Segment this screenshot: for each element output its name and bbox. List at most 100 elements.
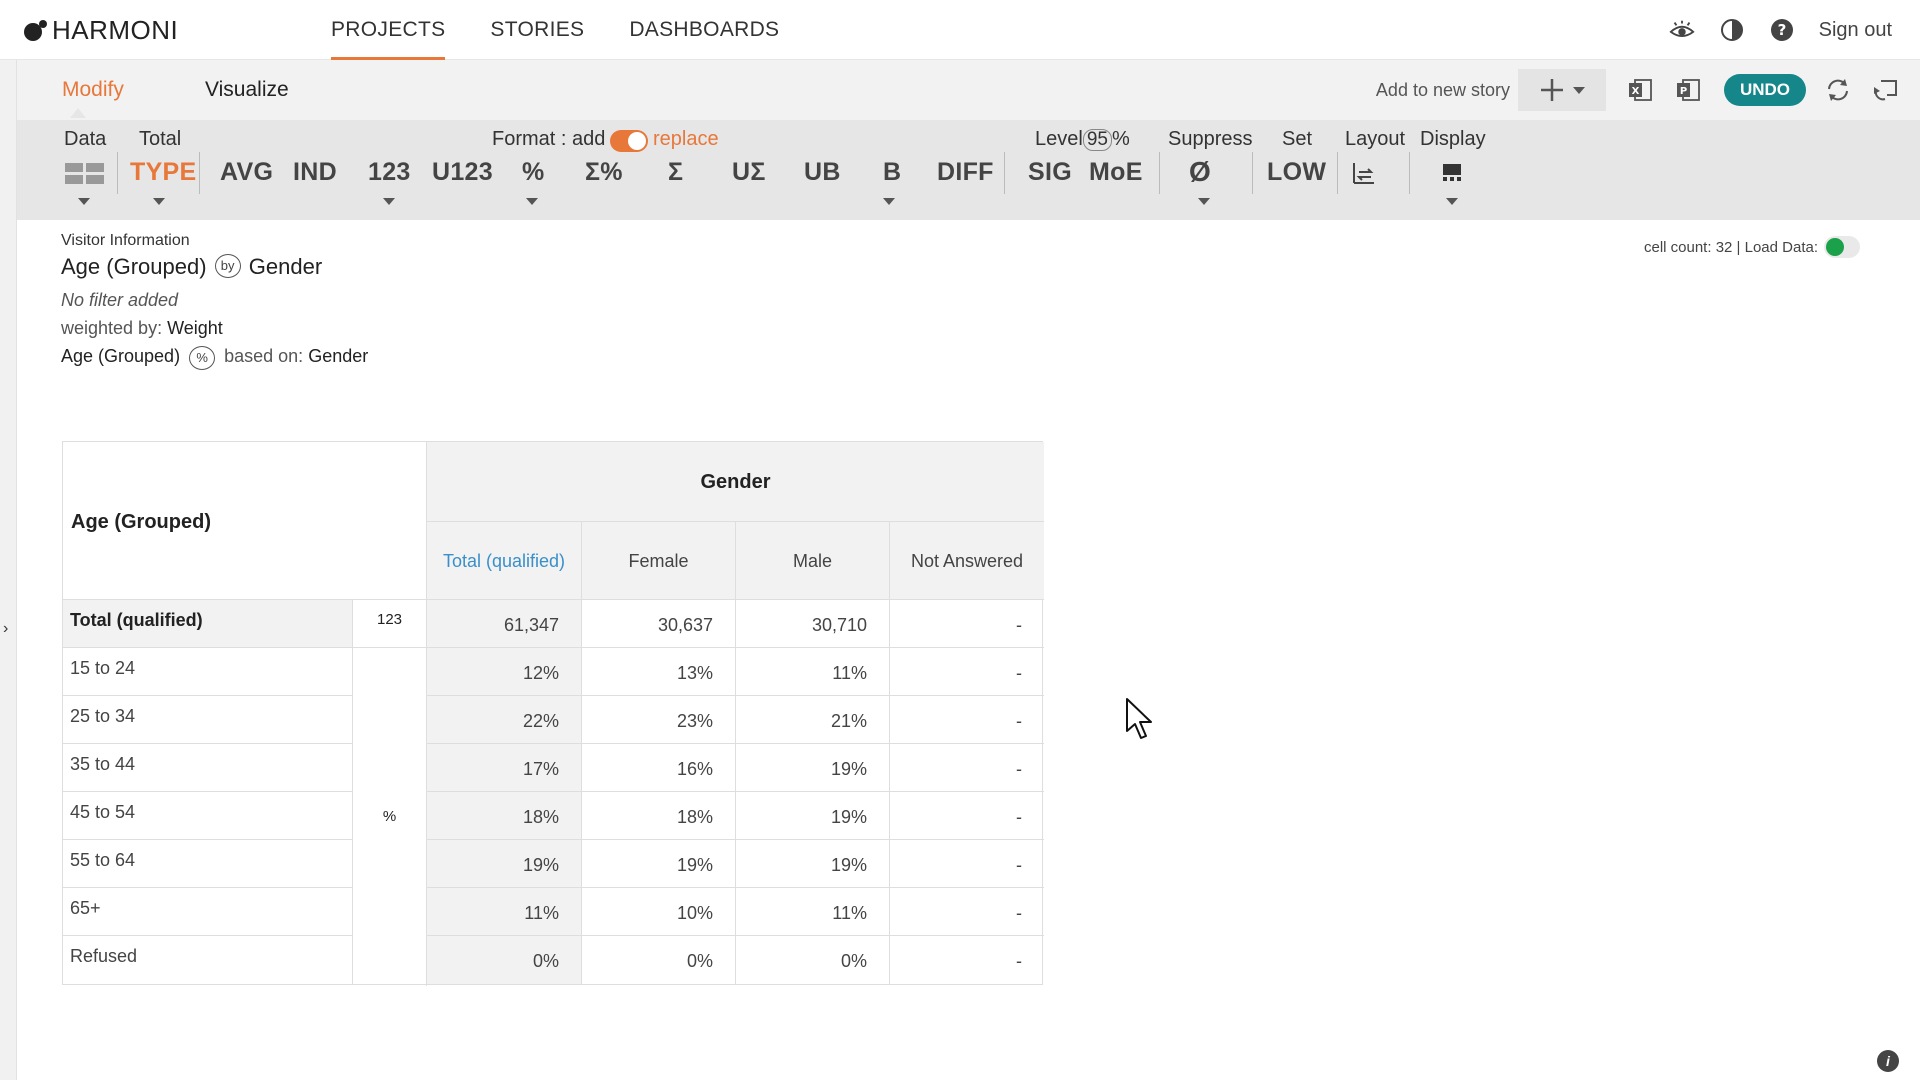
table-cell[interactable]: - [890,600,1044,648]
column-variable[interactable]: Gender [249,254,322,279]
ind-button[interactable]: IND [293,155,337,189]
table-cell[interactable]: - [890,840,1044,888]
left-collapsed-panel[interactable]: › [0,60,17,1080]
table-cell[interactable]: 0% [582,936,736,984]
table-cell[interactable]: 17% [427,744,582,792]
refresh-icon[interactable] [1820,72,1856,108]
diff-button[interactable]: DIFF [937,155,994,189]
tab-visualize[interactable]: Visualize [205,78,289,102]
data-grid-icon[interactable] [65,163,105,190]
unweighted-base-button[interactable]: UB [804,155,841,189]
suppress-dropdown-caret[interactable] [1198,198,1210,205]
based-on-variable[interactable]: Gender [308,346,368,366]
data-dropdown-caret[interactable] [78,198,90,205]
moe-button[interactable]: MoE [1089,155,1143,189]
info-icon[interactable]: i [1877,1050,1899,1072]
percent-variable[interactable]: Age (Grouped) [61,346,180,366]
row-label[interactable]: 45 to 54 [63,792,353,840]
table-cell[interactable]: 11% [736,888,890,936]
table-cell[interactable]: 30,637 [582,600,736,648]
contrast-icon[interactable] [1719,17,1745,43]
table-cell[interactable]: 61,347 [427,600,582,648]
display-options-icon[interactable] [1441,162,1463,189]
type-dropdown-caret[interactable] [153,198,165,205]
table-cell[interactable]: 23% [582,696,736,744]
format-mode-toggle[interactable] [610,130,648,152]
sign-out-link[interactable]: Sign out [1819,19,1892,42]
row-header-label[interactable]: Age (Grouped) [71,511,211,534]
chevron-right-icon[interactable]: › [3,620,8,638]
eye-icon[interactable] [1669,17,1695,43]
column-group-header[interactable]: Gender [427,442,1044,522]
table-cell[interactable]: 19% [736,792,890,840]
table-cell[interactable]: 12% [427,648,582,696]
count-123-button[interactable]: 123 [368,155,411,189]
table-cell[interactable]: 0% [736,936,890,984]
sum-button[interactable]: Σ [668,155,683,189]
add-to-story-button[interactable] [1518,69,1606,111]
row-label[interactable]: 55 to 64 [63,840,353,888]
row-label[interactable]: 35 to 44 [63,744,353,792]
table-cell[interactable]: - [890,888,1044,936]
table-cell[interactable]: 19% [736,744,890,792]
table-cell[interactable]: 0% [427,936,582,984]
percent-dropdown-caret[interactable] [526,198,538,205]
table-cell[interactable]: 30,710 [736,600,890,648]
suppress-button[interactable]: Ø [1189,155,1211,189]
row-variable[interactable]: Age (Grouped) [61,254,207,279]
filter-status[interactable]: No filter added [61,290,178,311]
weight-variable[interactable]: Weight [167,318,223,338]
nav-tab-projects[interactable]: PROJECTS [331,0,446,60]
excel-export-icon[interactable]: X [1622,72,1658,108]
col-header-male[interactable]: Male [736,522,890,600]
nav-tab-stories[interactable]: STORIES [490,0,584,60]
sig-button[interactable]: SIG [1028,155,1072,189]
table-cell[interactable]: 18% [582,792,736,840]
help-icon[interactable]: ? [1769,17,1795,43]
unweighted-sum-button[interactable]: UΣ [732,155,766,189]
table-cell[interactable]: 11% [427,888,582,936]
undo-button[interactable]: UNDO [1724,74,1806,106]
col-header-female[interactable]: Female [582,522,736,600]
table-cell[interactable]: - [890,696,1044,744]
u123-button[interactable]: U123 [432,155,493,189]
table-cell[interactable]: 19% [736,840,890,888]
table-cell[interactable]: 10% [582,888,736,936]
table-cell[interactable]: 11% [736,648,890,696]
display-dropdown-caret[interactable] [1446,198,1458,205]
row-label[interactable]: 15 to 24 [63,648,353,696]
table-cell[interactable]: 19% [427,840,582,888]
by-swap-icon[interactable]: by [214,254,241,278]
count-dropdown-caret[interactable] [383,198,395,205]
harmoni-logo[interactable]: HARMONI [22,15,178,45]
row-label[interactable]: Refused [63,936,353,984]
nav-tab-dashboards[interactable]: DASHBOARDS [629,0,779,60]
col-header-total[interactable]: Total (qualified) [427,522,582,600]
table-cell[interactable]: - [890,792,1044,840]
col-header-not-answered[interactable]: Not Answered [890,522,1044,600]
percent-swap-icon[interactable]: % [189,346,216,370]
set-low-button[interactable]: LOW [1267,155,1326,189]
percent-button[interactable]: % [522,155,545,189]
table-cell[interactable]: - [890,648,1044,696]
table-cell[interactable]: - [890,936,1044,984]
type-button[interactable]: TYPE [130,155,197,189]
avg-button[interactable]: AVG [220,155,273,189]
row-label[interactable]: 25 to 34 [63,696,353,744]
table-cell[interactable]: - [890,744,1044,792]
table-cell[interactable]: 22% [427,696,582,744]
load-data-toggle[interactable] [1824,236,1860,258]
row-label[interactable]: 65+ [63,888,353,936]
table-cell[interactable]: 16% [582,744,736,792]
table-cell[interactable]: 13% [582,648,736,696]
table-cell[interactable]: 18% [427,792,582,840]
level-value-input[interactable]: 95 [1082,129,1112,151]
powerpoint-export-icon[interactable]: P [1670,72,1706,108]
sum-percent-button[interactable]: Σ% [585,155,623,189]
base-button[interactable]: B [883,155,901,189]
layout-swap-icon[interactable] [1351,160,1377,191]
tab-modify[interactable]: Modify [62,78,124,102]
row-label-total[interactable]: Total (qualified) [63,600,353,648]
reset-view-icon[interactable] [1868,72,1904,108]
table-cell[interactable]: 21% [736,696,890,744]
